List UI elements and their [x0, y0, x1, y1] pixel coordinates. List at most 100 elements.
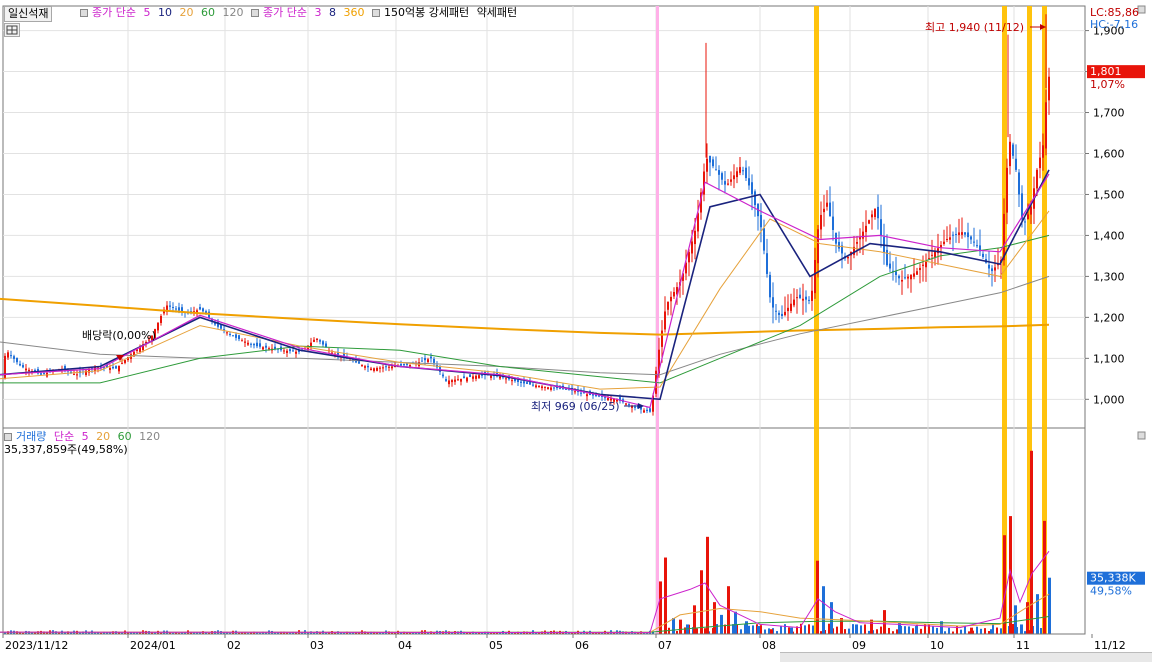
candle-body	[295, 351, 297, 354]
volume-bar	[1000, 628, 1002, 634]
candle-body	[742, 170, 744, 172]
candle-body	[286, 350, 288, 353]
candle-body	[952, 234, 954, 236]
volume-bar	[700, 570, 703, 634]
ma5-line	[0, 173, 1050, 409]
candle-body	[667, 301, 669, 310]
volume-bar	[888, 627, 890, 634]
candle-body	[823, 208, 825, 213]
candle-body	[10, 355, 12, 357]
candle-body	[244, 341, 246, 343]
candle-body	[523, 381, 525, 384]
candle-body	[541, 386, 543, 389]
candle-body	[949, 237, 951, 240]
candle-body	[916, 271, 918, 275]
candle-body	[259, 343, 261, 347]
stock-name-box[interactable]: 일신석재	[4, 6, 53, 22]
candle-body	[547, 387, 549, 389]
candle-body	[445, 379, 447, 381]
volume-bar	[996, 627, 998, 634]
volume-bar	[1012, 623, 1014, 634]
candle-body	[319, 340, 321, 342]
candle-body	[43, 372, 45, 374]
candle-body	[748, 178, 750, 186]
candle-body	[1018, 172, 1020, 195]
candle-body	[796, 297, 798, 299]
indicator-toggle-icon[interactable]	[250, 9, 259, 17]
candle-body	[964, 232, 966, 235]
candle-body	[706, 158, 708, 172]
volume-bar	[904, 626, 906, 634]
candle-body	[808, 299, 810, 301]
candle-body	[454, 379, 456, 382]
candle-body	[874, 208, 876, 217]
candle-body	[517, 379, 519, 383]
volume-bar	[1014, 605, 1017, 634]
candle-body	[463, 376, 465, 379]
candle-body	[649, 408, 651, 412]
volume-label[interactable]: 거래량	[16, 430, 46, 443]
candle-body	[292, 350, 294, 352]
candle-body	[940, 244, 942, 248]
grid-toggle-icon[interactable]	[4, 23, 20, 37]
stock-name: 일신석재	[8, 7, 49, 20]
candle-body	[247, 342, 249, 345]
candle-body	[574, 391, 576, 393]
candle-body	[856, 241, 858, 244]
volume-bar	[822, 586, 825, 634]
volume-bar	[840, 618, 843, 634]
candle-body	[688, 252, 690, 263]
y-tick-label: 1,600	[1093, 147, 1125, 160]
candle-body	[811, 290, 813, 301]
candle-body	[322, 341, 324, 345]
volume-bar	[768, 628, 770, 634]
volume-bar	[936, 627, 938, 634]
volume-bar	[836, 626, 838, 634]
candle-body	[907, 276, 909, 279]
candle-body	[256, 342, 258, 347]
volume-bar	[693, 605, 696, 634]
volume-bar	[720, 614, 723, 634]
ma2-label[interactable]: 종가 단순	[263, 6, 307, 19]
volume-bar	[804, 625, 806, 634]
pattern-strong[interactable]: 150억봉 강세패턴	[384, 6, 469, 19]
indicator-toggle-icon[interactable]	[371, 9, 380, 17]
x-tick-label: 09	[852, 639, 866, 652]
volume-bar	[848, 628, 850, 634]
volume-value: 35,337,859주(49,58%)	[4, 443, 128, 456]
candle-body	[40, 373, 42, 375]
ma-label[interactable]: 종가 단순	[92, 6, 136, 19]
candle-body	[763, 228, 765, 251]
candle-body	[745, 167, 747, 179]
candle-body	[379, 367, 381, 369]
volume-legend: 거래량 단순 5 20 60 120 35,337,859주(49,58%)	[4, 430, 164, 456]
vma-period-60: 60	[117, 430, 132, 443]
candle-body	[391, 366, 393, 369]
y-tick-label: 1,200	[1093, 311, 1125, 324]
volume-bar	[915, 626, 918, 634]
candle-body	[421, 360, 423, 362]
candle-body	[4, 355, 6, 379]
volume-bar	[990, 629, 993, 634]
candle-body	[901, 279, 903, 282]
candle-body	[382, 367, 384, 369]
candle-body	[790, 303, 792, 311]
candle-body	[469, 374, 471, 377]
candle-body	[313, 339, 315, 342]
ma10-line	[0, 169, 1050, 401]
candle-body	[838, 241, 840, 249]
volume-pane-frame	[2, 427, 1086, 635]
candle-body	[13, 356, 15, 359]
volume-bar	[828, 623, 830, 634]
volume-bar	[757, 626, 760, 634]
candle-body	[961, 232, 963, 235]
candle-body	[226, 332, 228, 334]
pattern-weak[interactable]: 약세패턴	[477, 6, 517, 19]
candle-body	[283, 350, 285, 352]
candle-body	[229, 333, 231, 335]
candle-body	[724, 181, 726, 185]
indicator-toggle-icon[interactable]	[4, 433, 12, 441]
candle-body	[121, 362, 123, 364]
indicator-toggle-icon[interactable]	[80, 9, 88, 17]
volume-bar	[970, 627, 973, 634]
